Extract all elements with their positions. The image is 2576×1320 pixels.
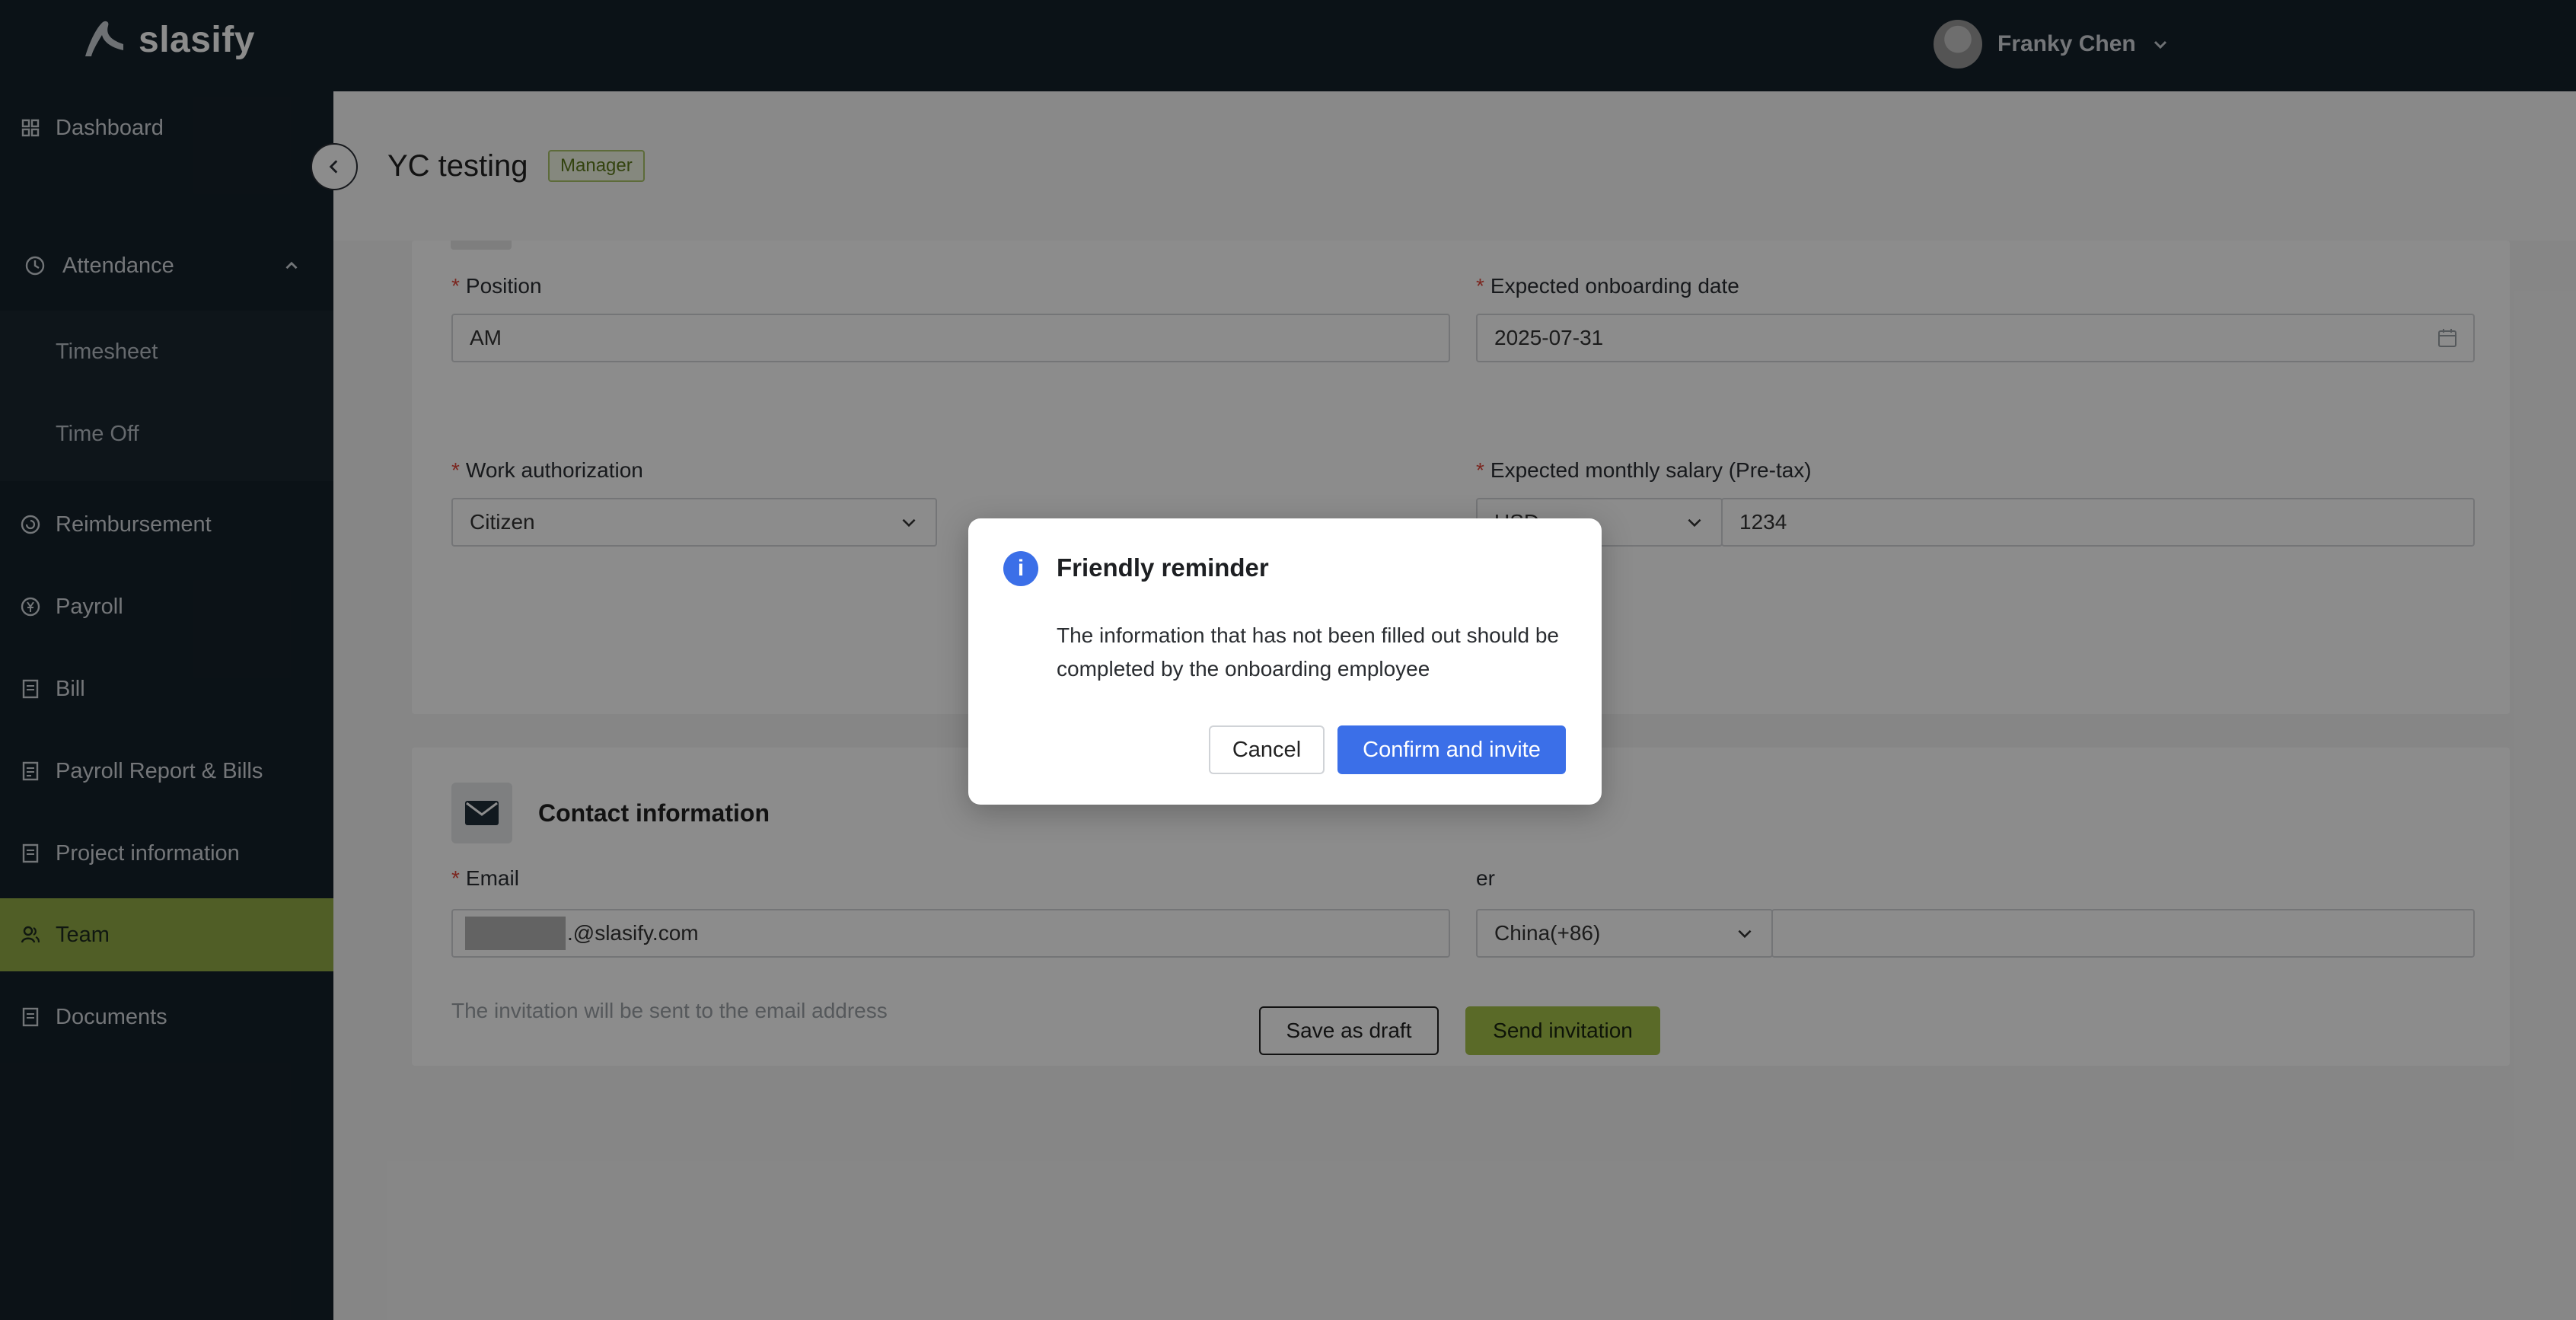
dialog-message: The information that has not been filled… <box>1057 623 1559 681</box>
confirm-and-invite-button[interactable]: Confirm and invite <box>1337 725 1566 774</box>
info-icon: i <box>1003 551 1038 586</box>
friendly-reminder-dialog: i Friendly reminder The information that… <box>968 518 1602 805</box>
dialog-title: Friendly reminder <box>1057 553 1269 582</box>
cancel-button[interactable]: Cancel <box>1209 725 1325 774</box>
